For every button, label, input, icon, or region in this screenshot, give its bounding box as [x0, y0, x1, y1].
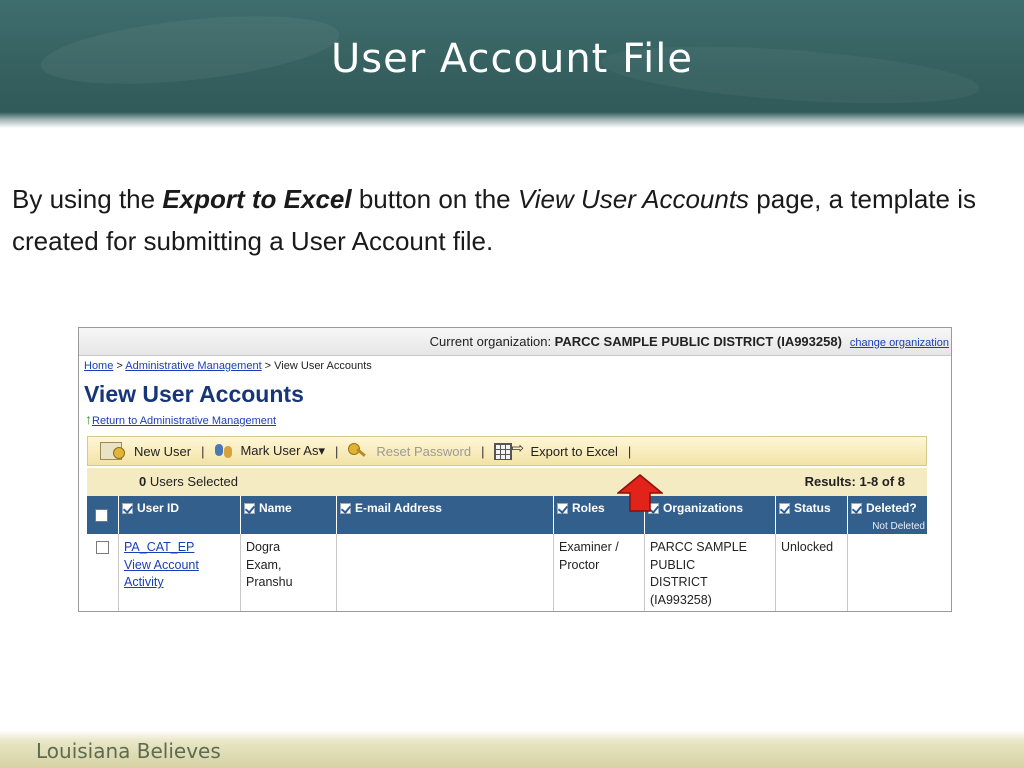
- org-line: DISTRICT: [650, 575, 708, 589]
- body-text-italic: View User Accounts: [517, 184, 750, 214]
- column-name[interactable]: Name: [241, 496, 337, 534]
- users-icon: [214, 442, 234, 460]
- column-status-label: Status: [794, 501, 831, 515]
- column-check-icon: [340, 502, 351, 514]
- column-roles-label: Roles: [572, 501, 605, 515]
- org-line: PARCC SAMPLE: [650, 540, 748, 554]
- selected-label: Users Selected: [146, 474, 238, 489]
- breadcrumb-admin-link[interactable]: Administrative Management: [125, 360, 261, 372]
- new-user-icon: [100, 442, 125, 460]
- cell-deleted: [848, 534, 927, 611]
- cell-email: [337, 534, 554, 611]
- column-user-id-label: User ID: [137, 501, 180, 515]
- breadcrumb-separator: >: [113, 360, 126, 372]
- select-all-column: [87, 496, 119, 534]
- mark-user-as-button[interactable]: Mark User As▾: [214, 442, 325, 460]
- roles-line: Examiner /: [559, 540, 619, 554]
- toolbar-separator: |: [481, 443, 485, 459]
- deleted-filter-value[interactable]: Not Deleted: [872, 521, 925, 532]
- embedded-screenshot: Current organization: PARCC SAMPLE PUBLI…: [78, 327, 952, 612]
- new-user-button[interactable]: New User: [100, 442, 191, 460]
- column-organizations-label: Organizations: [663, 501, 744, 515]
- cell-roles: Examiner / Proctor: [554, 534, 645, 611]
- roles-line: Proctor: [559, 557, 600, 572]
- select-all-checkbox[interactable]: [95, 509, 108, 522]
- column-check-icon: [557, 502, 568, 514]
- column-check-icon: [122, 502, 133, 514]
- body-text-bold: Export to Excel: [162, 184, 352, 214]
- export-excel-icon: [494, 439, 524, 460]
- toolbar: New User | Mark User As▾ | Reset Passwor…: [87, 436, 927, 466]
- export-to-excel-label: Export to Excel: [530, 443, 618, 459]
- activity-link-line: Activity: [124, 575, 164, 589]
- column-check-icon: [779, 502, 790, 514]
- activity-link-line: View Account: [124, 557, 199, 572]
- breadcrumb-separator: >: [261, 360, 275, 372]
- change-organization-link[interactable]: change organization: [850, 337, 949, 349]
- results-count: Results: 1-8 of 8: [804, 474, 905, 489]
- row-select-cell: [87, 534, 119, 611]
- column-check-icon: [244, 502, 255, 514]
- new-user-label: New User: [134, 443, 192, 459]
- breadcrumb: Home > Administrative Management > View …: [84, 360, 372, 372]
- table-row: PA_CAT_EP View Account Activity Dogra Exa…: [87, 534, 927, 611]
- status-value: Unlocked: [781, 540, 834, 554]
- breadcrumb-home-link[interactable]: Home: [84, 360, 113, 372]
- org-label: Current organization:: [429, 334, 555, 349]
- view-account-activity-link[interactable]: View Account Activity: [124, 557, 199, 592]
- name-line: Exam,: [246, 557, 282, 572]
- breadcrumb-current: View User Accounts: [274, 360, 372, 372]
- user-id-link[interactable]: PA_CAT_EP: [124, 539, 199, 557]
- column-status[interactable]: Status: [776, 496, 848, 534]
- column-user-id[interactable]: User ID: [119, 496, 241, 534]
- slide-header: User Account File: [0, 0, 1024, 128]
- toolbar-separator: |: [201, 443, 205, 459]
- column-deleted-label: Deleted?: [866, 501, 917, 515]
- export-to-excel-button[interactable]: Export to Excel: [494, 439, 618, 460]
- column-deleted[interactable]: Deleted? Not Deleted: [848, 496, 927, 534]
- cell-name: Dogra Exam, Pranshu: [241, 534, 337, 611]
- org-line: PUBLIC: [650, 557, 696, 572]
- column-organizations[interactable]: Organizations: [645, 496, 776, 534]
- cell-user-id: PA_CAT_EP View Account Activity: [119, 534, 241, 611]
- column-email-label: E-mail Address: [355, 501, 442, 515]
- slide-title: User Account File: [330, 36, 694, 82]
- row-checkbox[interactable]: [96, 541, 109, 554]
- org-name: PARCC SAMPLE PUBLIC DISTRICT (IA993258): [554, 334, 842, 349]
- slide-body-text: By using the Export to Excel button on t…: [12, 178, 1012, 262]
- name-line: Pranshu: [246, 575, 293, 589]
- body-text-part: button on the: [351, 184, 518, 214]
- up-arrow-icon: ↑: [85, 411, 92, 427]
- footer-text: Louisiana Believes: [36, 739, 221, 763]
- mark-user-as-label: Mark User As▾: [240, 443, 326, 458]
- column-name-label: Name: [259, 501, 292, 515]
- page-title: View User Accounts: [84, 381, 304, 407]
- toolbar-separator: |: [627, 443, 632, 459]
- chalk-edge: [0, 112, 1024, 128]
- key-icon: [348, 442, 366, 460]
- column-email[interactable]: E-mail Address: [337, 496, 554, 534]
- return-link-row: ↑Return to Administrative Management: [85, 411, 276, 427]
- reset-password-button[interactable]: Reset Password: [348, 442, 471, 460]
- org-line: (IA993258): [650, 592, 712, 607]
- column-check-icon: [851, 502, 862, 514]
- return-to-admin-link[interactable]: Return to Administrative Management: [92, 415, 276, 427]
- name-line: Dogra: [246, 540, 281, 554]
- cell-status: Unlocked: [776, 534, 848, 611]
- red-up-arrow-icon: [617, 474, 663, 512]
- current-organization-bar: Current organization: PARCC SAMPLE PUBLI…: [79, 328, 951, 356]
- body-text-part: By using the: [12, 184, 163, 214]
- cell-organizations: PARCC SAMPLE PUBLIC DISTRICT (IA993258): [645, 534, 776, 611]
- toolbar-separator: |: [335, 443, 339, 459]
- users-selected: 0 Users Selected: [139, 468, 238, 496]
- reset-password-label: Reset Password: [376, 443, 472, 459]
- selection-bar: 0 Users Selected Results: 1-8 of 8: [87, 468, 927, 496]
- table-header: User ID Name E-mail Address Roles Organi…: [87, 496, 927, 534]
